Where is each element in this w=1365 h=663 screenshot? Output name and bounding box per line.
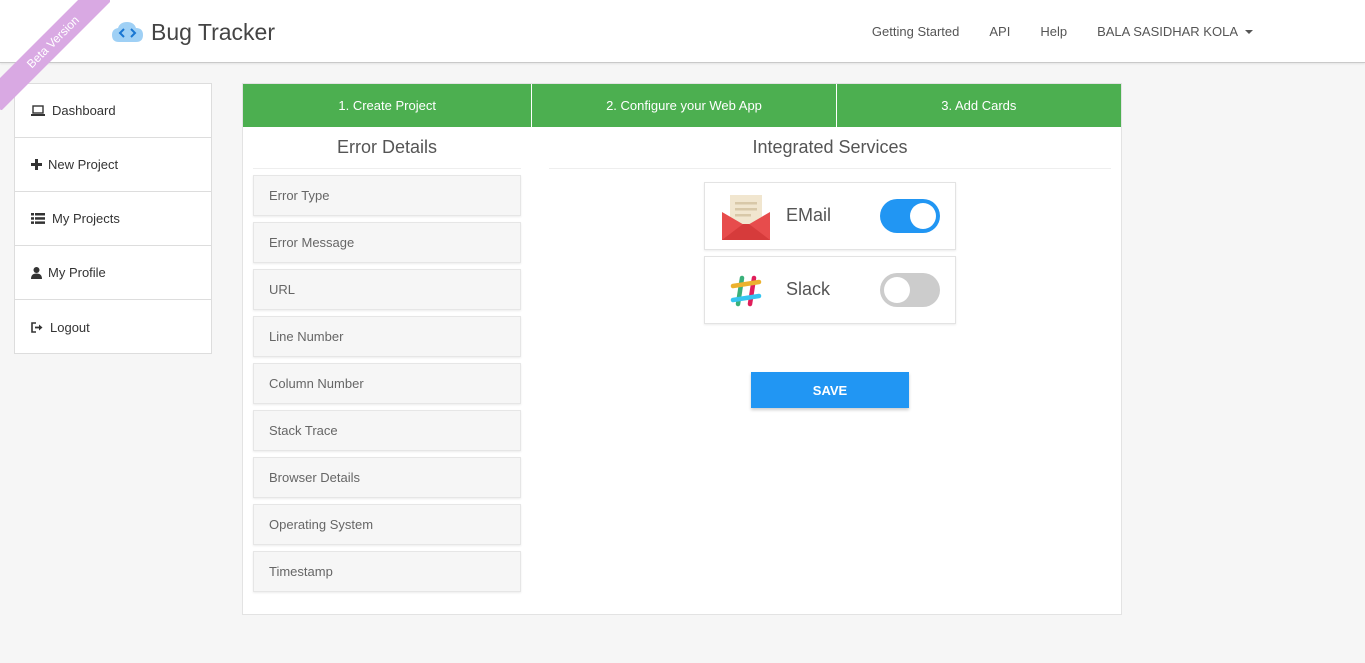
field-timestamp[interactable]: Timestamp (253, 551, 521, 592)
step-add-cards[interactable]: 3. Add Cards (835, 84, 1121, 127)
sidebar-item-label: Logout (50, 319, 90, 335)
sidebar-item-new-project[interactable]: New Project (15, 138, 211, 192)
nav-help[interactable]: Help (1040, 24, 1067, 39)
email-envelope-icon (720, 192, 772, 242)
service-name: EMail (786, 205, 832, 225)
integrated-services-title: Integrated Services (549, 127, 1111, 169)
user-icon (31, 266, 42, 280)
sidebar-item-label: My Profile (48, 265, 106, 280)
field-browser-details[interactable]: Browser Details (253, 457, 521, 498)
toggle-knob (910, 203, 936, 229)
field-operating-system[interactable]: Operating System (253, 504, 521, 545)
field-line-number[interactable]: Line Number (253, 316, 521, 357)
slack-icon (720, 266, 772, 316)
toggle-knob (884, 277, 910, 303)
slack-toggle[interactable] (880, 273, 940, 307)
sidebar-item-my-profile[interactable]: My Profile (15, 246, 211, 300)
step-configure-web-app[interactable]: 2. Configure your Web App (531, 84, 835, 127)
error-details-title: Error Details (253, 127, 521, 169)
beta-ribbon: Beta Version (0, 0, 110, 110)
email-toggle[interactable] (880, 199, 940, 233)
list-icon (31, 212, 45, 226)
field-error-message[interactable]: Error Message (253, 222, 521, 263)
service-card-email: EMail (704, 182, 956, 250)
logout-icon (31, 320, 44, 334)
sidebar-item-my-projects[interactable]: My Projects (15, 192, 211, 246)
user-name: BALA SASIDHAR KOLA (1097, 24, 1238, 39)
field-url[interactable]: URL (253, 269, 521, 310)
app-title: Bug Tracker (151, 18, 275, 45)
plus-icon (31, 158, 42, 172)
top-navbar: Beta Version Bug Tracker Getting Started… (0, 0, 1365, 110)
beta-ribbon-label: Beta Version (0, 0, 110, 110)
service-card-slack: Slack (704, 256, 956, 324)
integrated-services-column: Integrated Services EMail Slack SAVE (549, 127, 1111, 408)
error-details-column: Error Details Error Type Error Message U… (253, 127, 521, 592)
service-name: Slack (786, 279, 831, 299)
brand[interactable]: Bug Tracker (111, 16, 275, 48)
field-error-type[interactable]: Error Type (253, 175, 521, 216)
sidebar: Dashboard New Project My Projects My Pro… (14, 83, 212, 354)
configure-panel: 1. Create Project 2. Configure your Web … (242, 83, 1122, 615)
caret-down-icon (1245, 29, 1253, 34)
top-nav: Getting Started API Help BALA SASIDHAR K… (842, 0, 1253, 63)
field-column-number[interactable]: Column Number (253, 363, 521, 404)
user-menu[interactable]: BALA SASIDHAR KOLA (1097, 24, 1253, 39)
sidebar-item-logout[interactable]: Logout (15, 300, 211, 354)
sidebar-item-label: New Project (48, 157, 119, 172)
nav-api[interactable]: API (989, 24, 1010, 39)
wizard-steps: 1. Create Project 2. Configure your Web … (243, 84, 1121, 127)
nav-getting-started[interactable]: Getting Started (872, 24, 959, 39)
step-create-project[interactable]: 1. Create Project (243, 84, 531, 127)
sidebar-item-label: My Projects (52, 211, 120, 226)
cloud-code-icon (111, 20, 145, 44)
save-button[interactable]: SAVE (751, 372, 909, 408)
field-stack-trace[interactable]: Stack Trace (253, 410, 521, 451)
